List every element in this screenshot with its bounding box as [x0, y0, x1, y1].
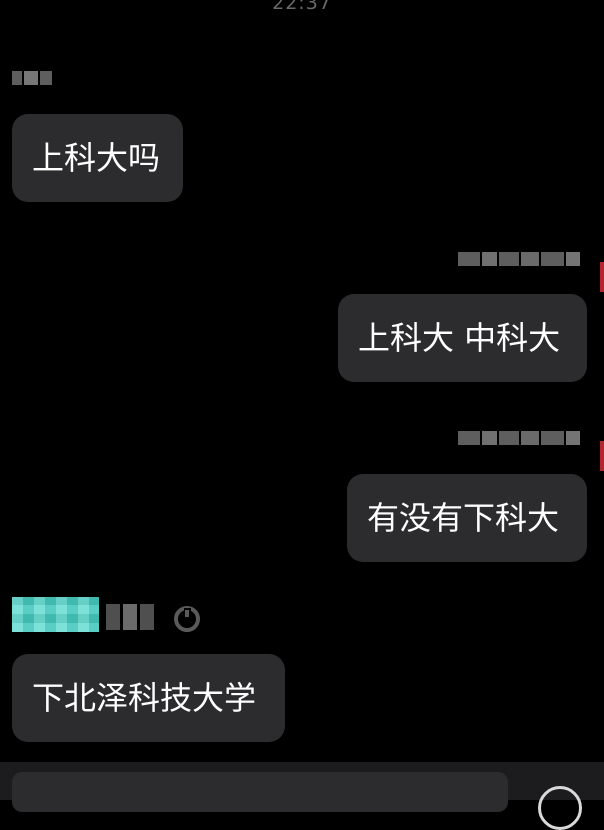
message-text: 上科大吗	[32, 139, 161, 177]
message-bubble-outgoing[interactable]: 有没有下科大	[347, 474, 587, 562]
add-circle-icon[interactable]	[538, 786, 582, 830]
message-text: 下北泽科技大学	[32, 679, 257, 717]
status-bar-time: 22:37	[272, 0, 332, 14]
thumbs-up-icon[interactable]	[172, 604, 202, 634]
sender-name-redacted	[458, 431, 580, 445]
message-bubble-incoming[interactable]: 上科大吗	[12, 114, 183, 202]
message-input[interactable]	[12, 772, 508, 812]
sender-name-redacted	[12, 597, 99, 632]
message-text: 有没有下科大	[367, 499, 560, 537]
message-text: 上科大 中科大	[358, 319, 561, 357]
sender-name-redacted	[12, 71, 54, 85]
message-bubble-incoming[interactable]: 下北泽科技大学	[12, 654, 285, 742]
avatar-edge	[600, 441, 604, 471]
message-bubble-outgoing[interactable]: 上科大 中科大	[338, 294, 587, 382]
sender-name-redacted	[458, 252, 580, 266]
avatar-edge	[600, 262, 604, 292]
sender-tag-redacted	[106, 604, 154, 630]
